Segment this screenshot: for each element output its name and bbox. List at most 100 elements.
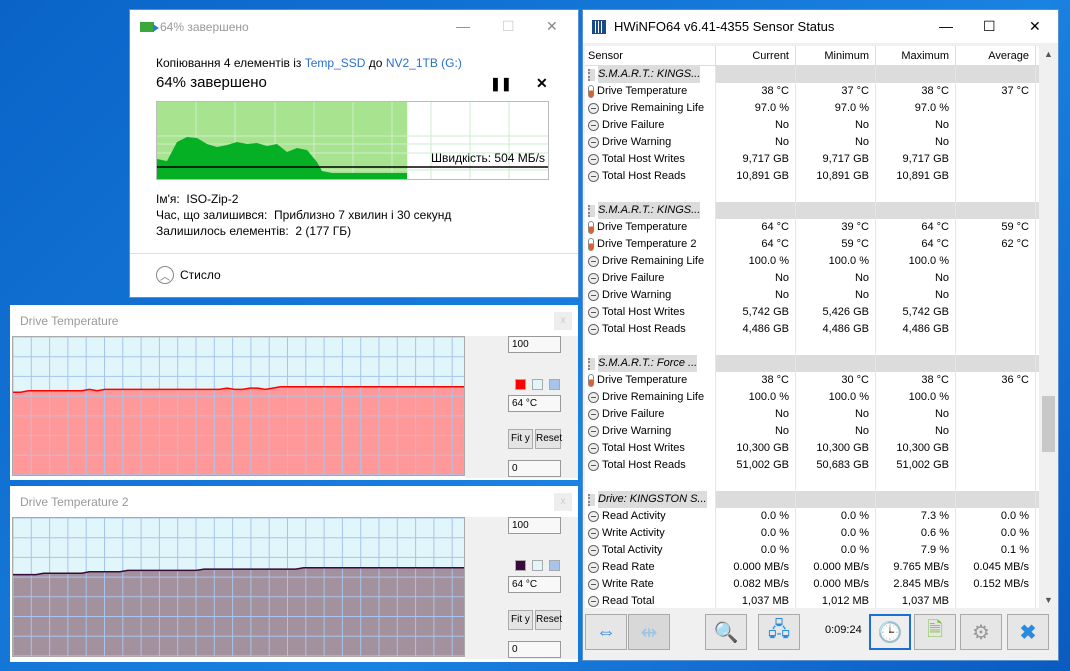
graph-close-button[interactable]: x (554, 312, 572, 330)
sensor-row[interactable]: Total Host Writes 9,717 GB 9,717 GB 9,717 G… (585, 151, 1039, 168)
destination-link[interactable]: NV2_1TB (G:) (386, 56, 462, 70)
y-min-field[interactable]: 0 (508, 641, 561, 658)
scrollbar-thumb[interactable] (1042, 396, 1055, 452)
less-details-button[interactable]: ︿ Стисло (156, 266, 221, 284)
sensor-row[interactable]: Read Total 1,037 MB 1,012 MB 1,037 MB (585, 593, 1039, 608)
y-max-field[interactable]: 100 (508, 517, 561, 534)
settings-gear-icon[interactable]: ⚙ (960, 614, 1002, 650)
name-value: ISO-Zip-2 (186, 192, 239, 206)
minimize-button[interactable]: — (456, 18, 470, 34)
sensor-row[interactable]: Total Host Reads 4,486 GB 4,486 GB 4,486 GB (585, 321, 1039, 338)
sensor-row[interactable]: Read Rate 0.000 MB/s 0.000 MB/s 9.765 MB/s 0… (585, 559, 1039, 576)
minimize-button[interactable]: — (939, 18, 953, 34)
graph-controls: 100 64 °C Fit y Reset 0 (465, 517, 578, 659)
sensor-group-row[interactable]: S.M.A.R.T.: KINGS... (585, 202, 1039, 219)
average-value (956, 270, 1036, 287)
logging-add-button[interactable]: 🗎 (914, 614, 956, 650)
sensor-row[interactable]: Drive Temperature 38 °C 37 °C 38 °C 37 °C (585, 83, 1039, 100)
close-button[interactable]: ✕ (546, 18, 558, 35)
minimum-value: 1,012 MB (796, 593, 876, 608)
line-color-swatch[interactable] (515, 560, 526, 571)
sensor-row[interactable]: Total Host Reads 51,002 GB 50,683 GB 51,002… (585, 457, 1039, 474)
window-title: 64% завершено (160, 20, 249, 34)
network-monitor-icon[interactable]: 🖧 (758, 614, 800, 650)
fit-y-button[interactable]: Fit y (508, 610, 533, 630)
sensor-row[interactable]: Write Activity 0.0 % 0.0 % 0.6 % 0.0 % (585, 525, 1039, 542)
graph-close-button[interactable]: x (554, 493, 572, 511)
sensor-row[interactable]: Write Rate 0.082 MB/s 0.000 MB/s 2.845 MB/s… (585, 576, 1039, 593)
sensor-row[interactable]: Drive Warning No No No (585, 287, 1039, 304)
cancel-button[interactable]: ✕ (536, 75, 548, 92)
scroll-down-arrow[interactable]: ▼ (1044, 595, 1053, 605)
source-link[interactable]: Temp_SSD (305, 56, 366, 70)
background-color-swatch[interactable] (532, 560, 543, 571)
sensor-row[interactable]: Total Activity 0.0 % 0.0 % 7.9 % 0.1 % (585, 542, 1039, 559)
clock-reset-button[interactable]: 🕒 (869, 614, 911, 650)
maximize-button[interactable]: ☐ (983, 18, 996, 35)
minimum-value (796, 491, 876, 508)
sensor-group-row[interactable]: S.M.A.R.T.: Force ... (585, 355, 1039, 372)
minimum-value: 39 °C (796, 219, 876, 236)
average-value (956, 100, 1036, 117)
reset-button[interactable]: Reset (535, 610, 562, 630)
sensor-row[interactable]: Drive Remaining Life 100.0 % 100.0 % 100.0 … (585, 389, 1039, 406)
average-value (956, 168, 1036, 185)
sensor-row[interactable]: Drive Failure No No No (585, 117, 1039, 134)
sensor-search-monitor-icon[interactable]: 🔍 (705, 614, 747, 650)
sensor-row[interactable]: Drive Warning No No No (585, 134, 1039, 151)
current-value: 0.082 MB/s (716, 576, 796, 593)
sensor-rows: S.M.A.R.T.: KINGS... Drive Temperature 38 … (585, 66, 1039, 608)
current-value: 0.0 % (716, 542, 796, 559)
background-color-swatch[interactable] (532, 379, 543, 390)
sensor-name-cell: Read Total (585, 593, 716, 608)
close-x-icon[interactable]: ✖ (1007, 614, 1049, 650)
sensor-name: Read Total (602, 595, 655, 607)
close-button[interactable]: ✕ (1029, 18, 1041, 35)
grid-color-swatch[interactable] (549, 379, 560, 390)
sensor-row[interactable]: Drive Temperature 2 64 °C 59 °C 64 °C 62 °C (585, 236, 1039, 253)
minimum-value: No (796, 406, 876, 423)
fit-y-button[interactable]: Fit y (508, 429, 533, 449)
sensor-row[interactable]: Drive Failure No No No (585, 270, 1039, 287)
column-header-average[interactable]: Average (956, 46, 1036, 65)
expand-columns-button[interactable]: ⇔ (585, 614, 627, 650)
y-max-field[interactable]: 100 (508, 336, 561, 353)
sensor-group-row[interactable]: Drive: KINGSTON S... (585, 491, 1039, 508)
average-value: 0.0 % (956, 508, 1036, 525)
grid-color-swatch[interactable] (549, 560, 560, 571)
line-color-swatch[interactable] (515, 379, 526, 390)
sensor-row[interactable]: Drive Warning No No No (585, 423, 1039, 440)
scroll-up-arrow[interactable]: ▲ (1044, 49, 1053, 59)
column-header-maximum[interactable]: Maximum (876, 46, 956, 65)
reset-button[interactable]: Reset (535, 429, 562, 449)
graph-svg (12, 517, 464, 657)
pause-button[interactable]: ❚❚ (490, 76, 512, 92)
column-header-current[interactable]: Current (716, 46, 796, 65)
sensor-row[interactable]: Drive Temperature 38 °C 30 °C 38 °C 36 °C (585, 372, 1039, 389)
graph-title: Drive Temperature 2 (20, 495, 129, 509)
sensor-row[interactable]: Read Activity 0.0 % 0.0 % 7.3 % 0.0 % (585, 508, 1039, 525)
sensor-row[interactable]: Drive Remaining Life 97.0 % 97.0 % 97.0 % (585, 100, 1039, 117)
maximum-value: No (876, 117, 956, 134)
sensor-row[interactable]: Drive Remaining Life 100.0 % 100.0 % 100.0 … (585, 253, 1039, 270)
maximum-value (876, 474, 956, 491)
column-header-minimum[interactable]: Minimum (796, 46, 876, 65)
sensor-row[interactable]: Drive Failure No No No (585, 406, 1039, 423)
minimum-value (796, 338, 876, 355)
sensor-group-row[interactable]: S.M.A.R.T.: KINGS... (585, 66, 1039, 83)
average-value: 0.045 MB/s (956, 559, 1036, 576)
vertical-scrollbar[interactable]: ▲ ▼ (1040, 46, 1057, 608)
minimum-value: 0.0 % (796, 525, 876, 542)
sensor-row[interactable]: Total Host Writes 5,742 GB 5,426 GB 5,742 G… (585, 304, 1039, 321)
column-header-sensor[interactable]: Sensor (585, 46, 716, 65)
collapse-columns-button[interactable]: ⇹ (628, 614, 670, 650)
graph-area (13, 567, 464, 656)
clock-icon (588, 324, 599, 335)
speed-graph-svg: Швидкість: 504 МБ/s (157, 102, 548, 179)
sensor-row[interactable]: Total Host Writes 10,300 GB 10,300 GB 10,30… (585, 440, 1039, 457)
sensor-row[interactable]: Drive Temperature 64 °C 39 °C 64 °C 59 °C (585, 219, 1039, 236)
sensor-row[interactable]: Total Host Reads 10,891 GB 10,891 GB 10,891… (585, 168, 1039, 185)
name-row: Ім'я: ISO-Zip-2 (156, 192, 238, 206)
y-min-field[interactable]: 0 (508, 460, 561, 477)
name-label: Ім'я: (156, 192, 180, 206)
